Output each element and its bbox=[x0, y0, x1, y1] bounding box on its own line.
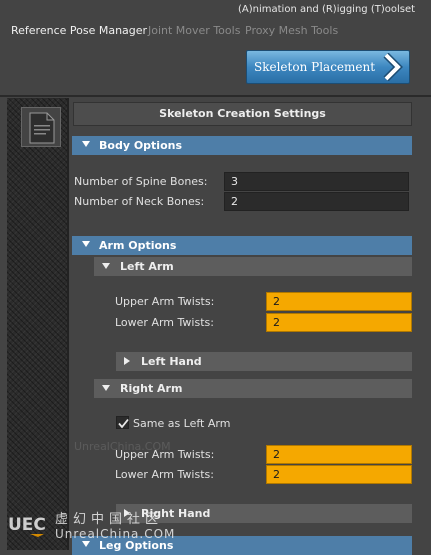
right-upper-arm-twists-label: Upper Arm Twists: bbox=[115, 448, 215, 461]
left-hand-label: Left Hand bbox=[141, 355, 202, 368]
right-arm-label: Right Arm bbox=[120, 382, 183, 395]
triangle-down-icon bbox=[102, 263, 110, 269]
spine-bones-field[interactable]: 3 bbox=[224, 172, 409, 191]
right-upper-arm-twists-field[interactable]: 2 bbox=[266, 445, 412, 464]
watermark-en-text: UnrealChina.COM bbox=[55, 527, 176, 541]
tab-proxy-mesh-tools[interactable]: Proxy Mesh Tools bbox=[245, 24, 338, 37]
spine-bones-label: Number of Spine Bones: bbox=[74, 175, 208, 188]
settings-title: Skeleton Creation Settings bbox=[73, 102, 412, 126]
neck-bones-field[interactable]: 2 bbox=[224, 192, 409, 211]
tab-bar: Reference Pose Manager Joint Mover Tools… bbox=[0, 20, 431, 42]
left-lower-arm-twists-field[interactable]: 2 bbox=[266, 313, 412, 332]
tab-reference-pose-manager[interactable]: Reference Pose Manager bbox=[11, 24, 147, 37]
chevron-right-icon bbox=[383, 53, 403, 81]
triangle-right-icon bbox=[124, 357, 130, 365]
right-lower-arm-twists-field[interactable]: 2 bbox=[266, 465, 412, 484]
uecn-logo: UECN bbox=[8, 515, 46, 537]
tab-joint-mover-tools[interactable]: Joint Mover Tools bbox=[148, 24, 240, 37]
neck-bones-label: Number of Neck Bones: bbox=[74, 195, 205, 208]
watermark-cn-text: 虚幻中国社区 bbox=[55, 512, 164, 527]
triangle-down-icon bbox=[82, 141, 90, 147]
body-options-header[interactable]: Body Options bbox=[72, 136, 412, 155]
checkmark-icon bbox=[118, 418, 129, 429]
sidebar-tool-button[interactable] bbox=[21, 107, 61, 147]
left-hand-header[interactable]: Left Hand bbox=[116, 352, 412, 371]
left-upper-arm-twists-label: Upper Arm Twists: bbox=[115, 295, 215, 308]
body-options-label: Body Options bbox=[99, 139, 183, 152]
settings-panel: Skeleton Creation Settings Body Options … bbox=[72, 98, 412, 555]
skeleton-placement-button[interactable]: Skeleton Placement bbox=[246, 50, 410, 84]
title-bar: (A)nimation and (R)igging (T)oolset bbox=[0, 0, 431, 20]
triangle-down-icon bbox=[82, 241, 90, 247]
same-as-left-arm-checkbox[interactable] bbox=[116, 416, 129, 429]
left-arm-header[interactable]: Left Arm bbox=[94, 257, 412, 276]
triangle-down-icon bbox=[102, 385, 110, 391]
triangle-down-icon bbox=[82, 541, 90, 547]
left-upper-arm-twists-field[interactable]: 2 bbox=[266, 292, 412, 311]
right-arm-header[interactable]: Right Arm bbox=[94, 379, 412, 398]
arm-options-header[interactable]: Arm Options bbox=[72, 236, 412, 255]
divider bbox=[0, 95, 431, 97]
svg-text:UECN: UECN bbox=[8, 515, 46, 535]
right-lower-arm-twists-label: Lower Arm Twists: bbox=[115, 468, 214, 481]
arm-options-label: Arm Options bbox=[99, 239, 177, 252]
skeleton-placement-label: Skeleton Placement bbox=[254, 60, 376, 74]
same-as-left-arm-label: Same as Left Arm bbox=[133, 417, 231, 430]
left-lower-arm-twists-label: Lower Arm Twists: bbox=[115, 316, 214, 329]
document-icon bbox=[29, 112, 55, 144]
left-arm-label: Left Arm bbox=[120, 260, 174, 273]
sidebar bbox=[7, 98, 69, 550]
window-title: (A)nimation and (R)igging (T)oolset bbox=[238, 4, 416, 15]
